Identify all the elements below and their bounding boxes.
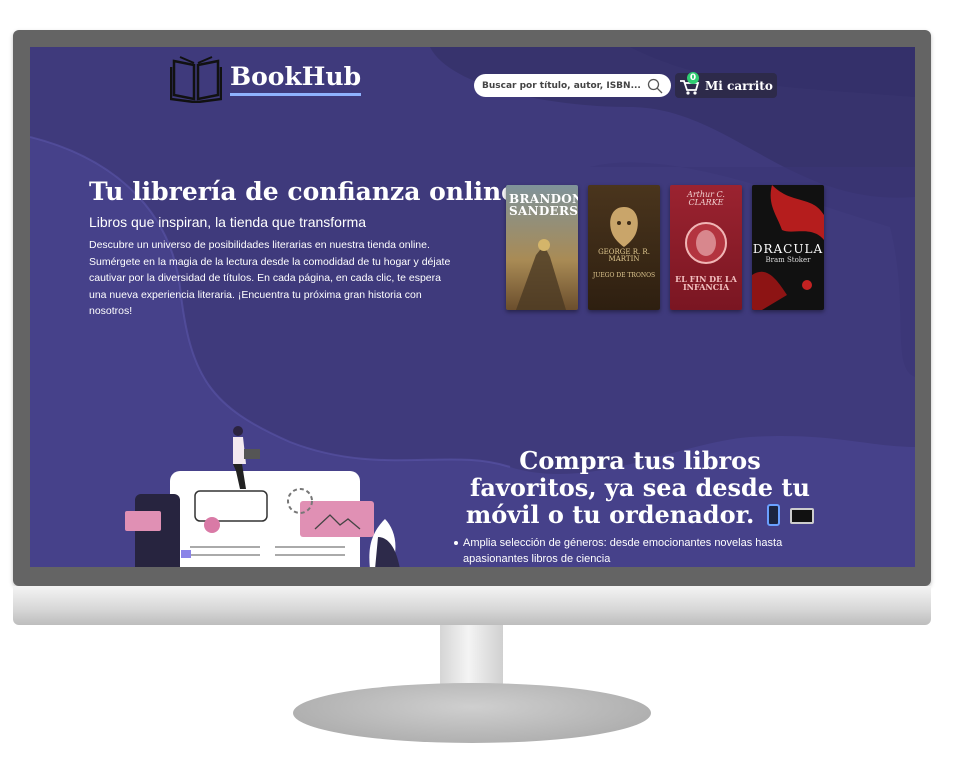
section-title-text: Compra tus libros favoritos, ya sea desd…	[465, 446, 810, 529]
hero-subtitle: Libros que inspiran, la tienda que trans…	[89, 214, 367, 230]
book-cover[interactable]: GEORGE R. R. MARTIN JUEGO DE TRONOS	[588, 185, 660, 310]
book-title: DRACULA	[752, 242, 824, 256]
book-cover[interactable]: DRACULA Bram Stoker	[752, 185, 824, 310]
monitor-stand-base	[293, 683, 651, 743]
cart-count-badge: 0	[687, 71, 699, 84]
laptop-emoji-icon	[790, 508, 815, 524]
cart-label: Mi carrito	[705, 78, 773, 93]
book-author: Bram Stoker	[765, 256, 811, 264]
section-title: Compra tus libros favoritos, ya sea desd…	[455, 447, 825, 528]
book-cover[interactable]: BRANDON SANDERSON	[506, 185, 578, 310]
brand-name: BookHub	[230, 62, 362, 96]
cart-button[interactable]: 0 Mi carrito	[675, 71, 777, 98]
hero-title: Tu librería de confianza online	[89, 177, 518, 206]
featured-books: BRANDON SANDERSON GEORGE R. R. MARTIN JU…	[506, 185, 824, 310]
website-screen: BookHub 0 Mi carrito Tu librería de conf…	[30, 47, 915, 567]
book-author: GEORGE R. R. MARTIN	[598, 248, 650, 263]
shopping-illustration	[125, 426, 400, 567]
cart-icon: 0	[679, 71, 701, 96]
search-bar[interactable]	[474, 74, 671, 97]
book-cover[interactable]: Arthur C. CLARKE EL FIN DE LA INFANCIA	[670, 185, 742, 310]
search-icon[interactable]	[647, 78, 663, 94]
search-input[interactable]	[482, 80, 647, 91]
brand-logo[interactable]: BookHub	[170, 55, 362, 103]
hero-description: Descubre un universo de posibilidades li…	[89, 239, 451, 318]
monitor-chin	[13, 586, 931, 625]
monitor-stand-neck	[440, 625, 503, 691]
phone-emoji-icon	[766, 504, 780, 526]
feature-list-item: Amplia selección de géneros: desde emoci…	[454, 535, 804, 567]
book-title: JUEGO DE TRONOS	[592, 272, 656, 279]
book-illustration	[516, 239, 566, 310]
book-title: EL FIN DE LA INFANCIA	[675, 274, 737, 292]
book-icon	[170, 56, 222, 103]
